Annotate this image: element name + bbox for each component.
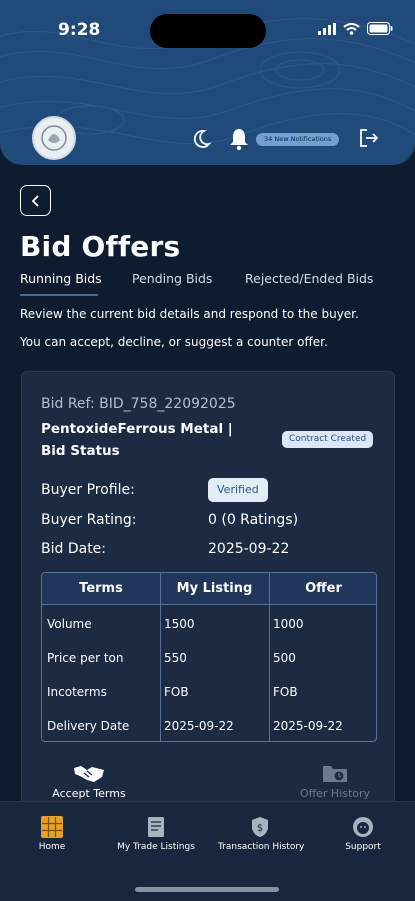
tab-pending-bids[interactable]: Pending Bids — [132, 271, 212, 286]
status-time: 9:28 — [58, 20, 101, 40]
avatar-logo-icon — [41, 125, 67, 151]
buyer-profile-label: Buyer Profile: — [41, 482, 135, 498]
nav-label-home: Home — [38, 842, 66, 852]
buyer-rating-value: 0 (0 Ratings) — [208, 512, 299, 528]
chevron-left-icon — [31, 194, 39, 207]
active-tab-indicator — [20, 294, 98, 296]
bid-ref: Bid Ref: BID_758_22092025 — [41, 396, 236, 412]
bid-date-label: Bid Date: — [41, 541, 107, 557]
signal-icon — [318, 22, 336, 35]
table-cell: Volume — [47, 617, 92, 631]
bottom-navigation: Home My Trade Listings $ Transaction His… — [0, 801, 415, 901]
table-header-my-listing: My Listing — [176, 581, 253, 596]
table-cell: 2025-09-22 — [273, 719, 343, 733]
table-cell: FOB — [273, 685, 298, 699]
table-cell: Price per ton — [47, 651, 124, 665]
nav-item-transaction-history[interactable]: $ Transaction History — [218, 816, 305, 852]
profile-avatar[interactable] — [32, 116, 76, 160]
table-cell: Delivery Date — [47, 719, 130, 733]
document-icon — [148, 817, 164, 837]
moon-icon[interactable] — [190, 128, 212, 150]
home-grid-icon — [41, 816, 63, 838]
app-header: 9:28 34 New Notifications — [0, 0, 415, 165]
table-cell: 500 — [273, 651, 296, 665]
status-icons — [318, 22, 393, 35]
back-button[interactable] — [20, 185, 51, 216]
table-divider — [269, 573, 270, 741]
bell-icon[interactable] — [228, 127, 250, 151]
tab-rejected-ended-bids[interactable]: Rejected/Ended Bids — [245, 271, 373, 286]
accept-terms-button[interactable]: Accept Terms — [44, 762, 134, 800]
logout-icon[interactable] — [358, 127, 380, 149]
dynamic-island — [150, 14, 266, 48]
buyer-rating-label: Buyer Rating: — [41, 512, 137, 528]
nav-label-transaction-history: Transaction History — [218, 842, 305, 852]
offer-history-label: Offer History — [299, 787, 371, 800]
table-cell: FOB — [164, 685, 189, 699]
table-header-offer: Offer — [305, 581, 342, 596]
svg-text:$: $ — [257, 823, 263, 834]
table-cell: 550 — [164, 651, 187, 665]
status-badge: Contract Created — [282, 431, 374, 448]
table-cell: 1000 — [273, 617, 304, 631]
verified-badge: Verified — [208, 478, 268, 502]
bid-date-value: 2025-09-22 — [208, 541, 290, 557]
nav-item-home[interactable]: Home — [30, 816, 74, 852]
notification-count-badge[interactable]: 34 New Notifications — [256, 133, 340, 146]
shield-dollar-icon: $ — [252, 817, 268, 837]
offer-history-button[interactable]: Offer History — [290, 762, 380, 800]
table-cell: 2025-09-22 — [164, 719, 234, 733]
battery-icon — [367, 22, 393, 35]
accept-terms-label: Accept Terms — [52, 787, 126, 800]
support-face-icon — [353, 817, 373, 837]
terms-table: Terms My Listing Offer Volume 1500 1000 … — [41, 572, 377, 742]
tab-running-bids[interactable]: Running Bids — [20, 271, 102, 286]
table-cell: 1500 — [164, 617, 195, 631]
nav-label-support: Support — [345, 842, 381, 852]
description-line-1: Review the current bid details and respo… — [20, 307, 359, 321]
table-cell: Incoterms — [47, 685, 107, 699]
table-header-terms: Terms — [79, 581, 123, 596]
bid-title: PentoxideFerrous Metal | Bid Status — [41, 421, 233, 459]
home-indicator — [135, 887, 279, 892]
nav-item-support[interactable]: Support — [340, 816, 386, 852]
table-header-row: Terms My Listing Offer — [42, 573, 376, 605]
wifi-icon — [343, 22, 360, 35]
handshake-icon — [74, 766, 104, 782]
page-title: Bid Offers — [20, 230, 181, 263]
table-divider — [160, 573, 161, 741]
description-line-2: You can accept, decline, or suggest a co… — [20, 335, 328, 349]
nav-label-my-trade-listings: My Trade Listings — [117, 842, 195, 852]
nav-item-my-trade-listings[interactable]: My Trade Listings — [116, 816, 196, 852]
bid-card: Bid Ref: BID_758_22092025 PentoxideFerro… — [21, 371, 395, 811]
folder-clock-icon — [323, 766, 347, 782]
